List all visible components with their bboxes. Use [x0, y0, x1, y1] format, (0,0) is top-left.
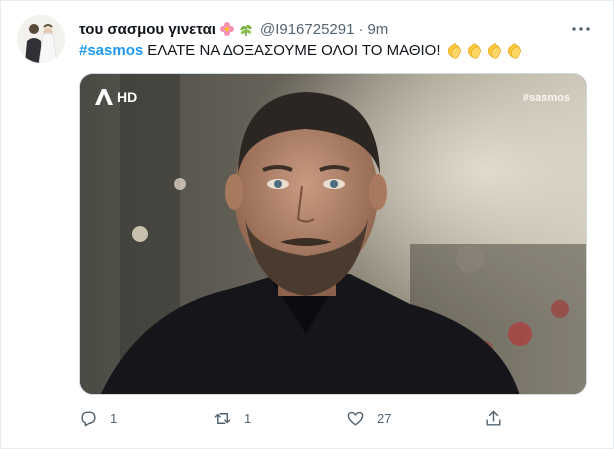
timestamp[interactable]: 9m [367, 21, 388, 38]
flower-icon [219, 22, 234, 36]
herb-icon [240, 24, 252, 36]
video-watermark: #sasmos [522, 92, 570, 104]
like-count: 27 [377, 410, 392, 426]
display-name[interactable]: του σασμου γινεται [79, 21, 216, 38]
channel-logo: HD [94, 88, 137, 106]
user-handle[interactable]: @I916725291 [260, 21, 354, 38]
retweet-count: 1 [244, 410, 252, 426]
retweet-button[interactable]: 1 [213, 406, 251, 430]
share-icon [486, 410, 501, 426]
media-video-frame[interactable]: HD #sasmos [79, 73, 587, 395]
retweet-icon [214, 412, 231, 424]
alpha-logo-icon [95, 89, 113, 105]
clapping-hands-icon [447, 43, 461, 59]
hashtag-link[interactable]: #sasmos [79, 41, 143, 61]
clapping-hands-icon [507, 43, 521, 59]
clap-emojis [445, 42, 525, 60]
avatar[interactable] [17, 15, 65, 63]
tweet-card[interactable]: του σασμου γινεται @I916725291 · 9m #sas… [0, 0, 614, 449]
clapping-hands-icon [467, 43, 481, 59]
share-button[interactable] [484, 406, 503, 430]
more-options-icon[interactable] [571, 21, 591, 37]
like-button[interactable]: 27 [346, 406, 391, 430]
tweet-header: του σασμου γινεται @I916725291 · 9m [79, 19, 388, 39]
channel-hd-label: HD [117, 89, 138, 105]
reply-count: 1 [110, 410, 118, 426]
heart-icon [347, 411, 364, 426]
reply-icon [81, 410, 96, 426]
clapping-hands-icon [487, 43, 501, 59]
avatar-image [17, 15, 65, 63]
man-portrait-image [80, 74, 586, 394]
separator-dot: · [358, 20, 364, 38]
tweet-actions: 1 1 27 [79, 406, 509, 430]
reply-button[interactable]: 1 [79, 406, 117, 430]
tweet-body: ΕΛΑΤΕ ΝΑ ΔΟΞΑΣΟΥΜΕ ΟΛΟΙ ΤΟ ΜΑΘΙΟ! [147, 42, 441, 59]
tweet-text: #sasmos ΕΛΑΤΕ ΝΑ ΔΟΞΑΣΟΥΜΕ ΟΛΟΙ ΤΟ ΜΑΘΙΟ… [79, 41, 525, 61]
